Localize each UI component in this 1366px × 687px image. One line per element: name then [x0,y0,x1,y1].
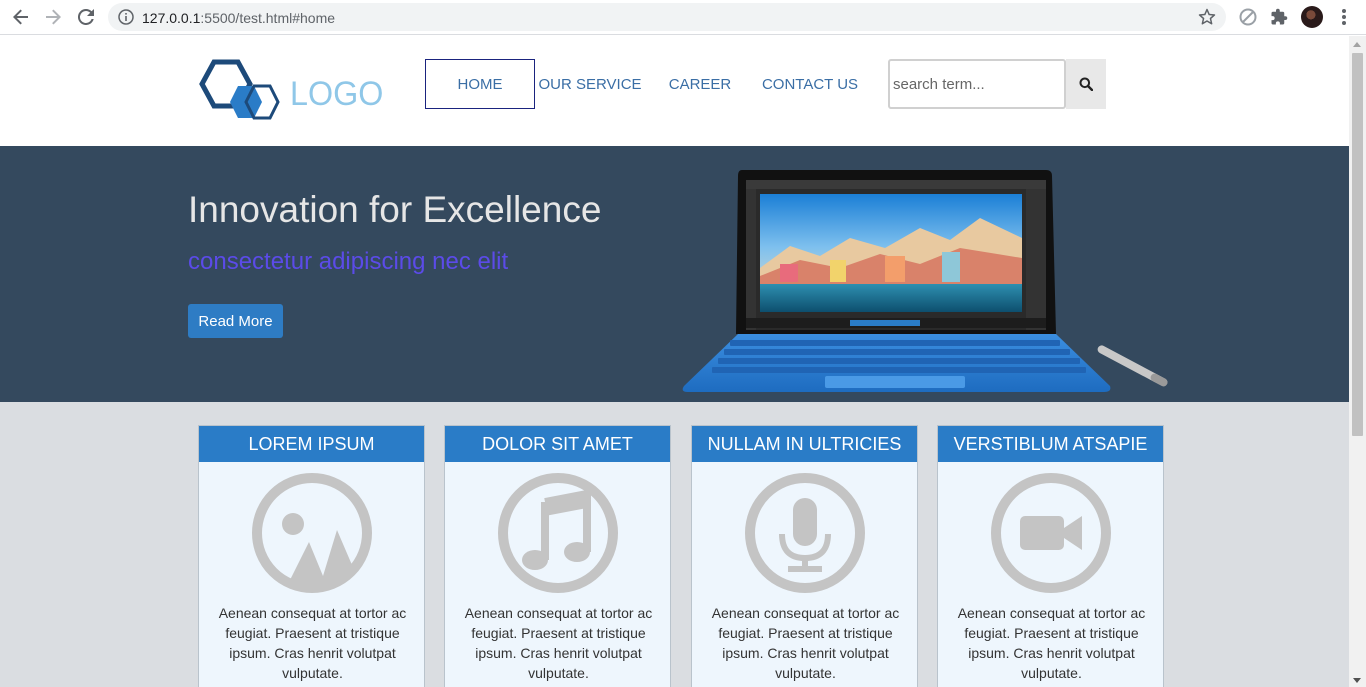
card-description: Aenean consequat at tortor ac feugiat. P… [957,605,1146,681]
reload-icon[interactable] [75,6,97,28]
card-description: Aenean consequat at tortor ac feugiat. P… [218,605,407,681]
hero-subtitle: consectetur adipiscing nec elit [188,248,509,275]
scroll-down-arrow-icon[interactable] [1353,678,1361,683]
hexagon-logo-icon [199,59,280,120]
laptop-image [682,170,1168,392]
feature-card: DOLOR SIT AMET Aenean consequat at torto… [444,425,671,687]
back-icon[interactable] [10,6,32,28]
search-input[interactable] [888,59,1066,109]
search-icon [1079,77,1093,91]
site-header: LOGO HOME OUR SERVICE CAREER CONTACT US [0,36,1349,146]
feature-card: NULLAM IN ULTRICIES Aenean consequat at … [691,425,918,687]
card-title: NULLAM IN ULTRICIES [692,426,917,462]
image-icon [252,473,372,593]
url-text[interactable]: 127.0.0.1:5500/test.html#home [142,10,335,26]
hero-banner: Innovation for Excellence consectetur ad… [0,146,1349,402]
info-icon[interactable] [118,9,134,30]
url-host: 127.0.0.1 [142,10,201,26]
logo-text: LOGO [290,75,384,113]
card-title: LOREM IPSUM [199,426,424,462]
card-description: Aenean consequat at tortor ac feugiat. P… [711,605,900,681]
browser-menu-icon[interactable] [1336,7,1352,27]
nav-contact-us[interactable]: CONTACT US [755,59,865,109]
extensions-puzzle-icon[interactable] [1268,6,1290,28]
site-logo[interactable]: LOGO [198,58,383,124]
microphone-icon [745,473,865,593]
page-scrollbar[interactable] [1349,36,1366,687]
card-title: DOLOR SIT AMET [445,426,670,462]
scrollbar-thumb[interactable] [1352,53,1363,436]
extension-blocker-icon[interactable] [1237,6,1259,28]
read-more-button[interactable]: Read More [188,304,283,338]
feature-card: VERSTIBLUM ATSAPIE Aenean consequat at t… [937,425,1164,687]
music-icon [498,473,618,593]
nav-home[interactable]: HOME [425,59,535,109]
card-title: VERSTIBLUM ATSAPIE [938,426,1163,462]
forward-icon[interactable] [42,6,64,28]
url-path: :5500/test.html#home [200,10,336,26]
browser-toolbar: 127.0.0.1:5500/test.html#home [0,0,1366,35]
bookmark-star-icon[interactable] [1198,8,1216,31]
nav-our-service[interactable]: OUR SERVICE [535,59,645,109]
card-description: Aenean consequat at tortor ac feugiat. P… [464,605,653,681]
scroll-up-arrow-icon[interactable] [1353,42,1361,47]
search-button[interactable] [1066,59,1106,109]
video-camera-icon [991,473,1111,593]
address-bar[interactable]: 127.0.0.1:5500/test.html#home [108,3,1226,31]
hero-title: Innovation for Excellence [188,189,602,230]
profile-avatar[interactable] [1301,6,1323,28]
feature-card: LOREM IPSUM Aenean consequat at tortor a… [198,425,425,687]
nav-career[interactable]: CAREER [645,59,755,109]
page-viewport: LOGO HOME OUR SERVICE CAREER CONTACT US … [0,36,1349,687]
